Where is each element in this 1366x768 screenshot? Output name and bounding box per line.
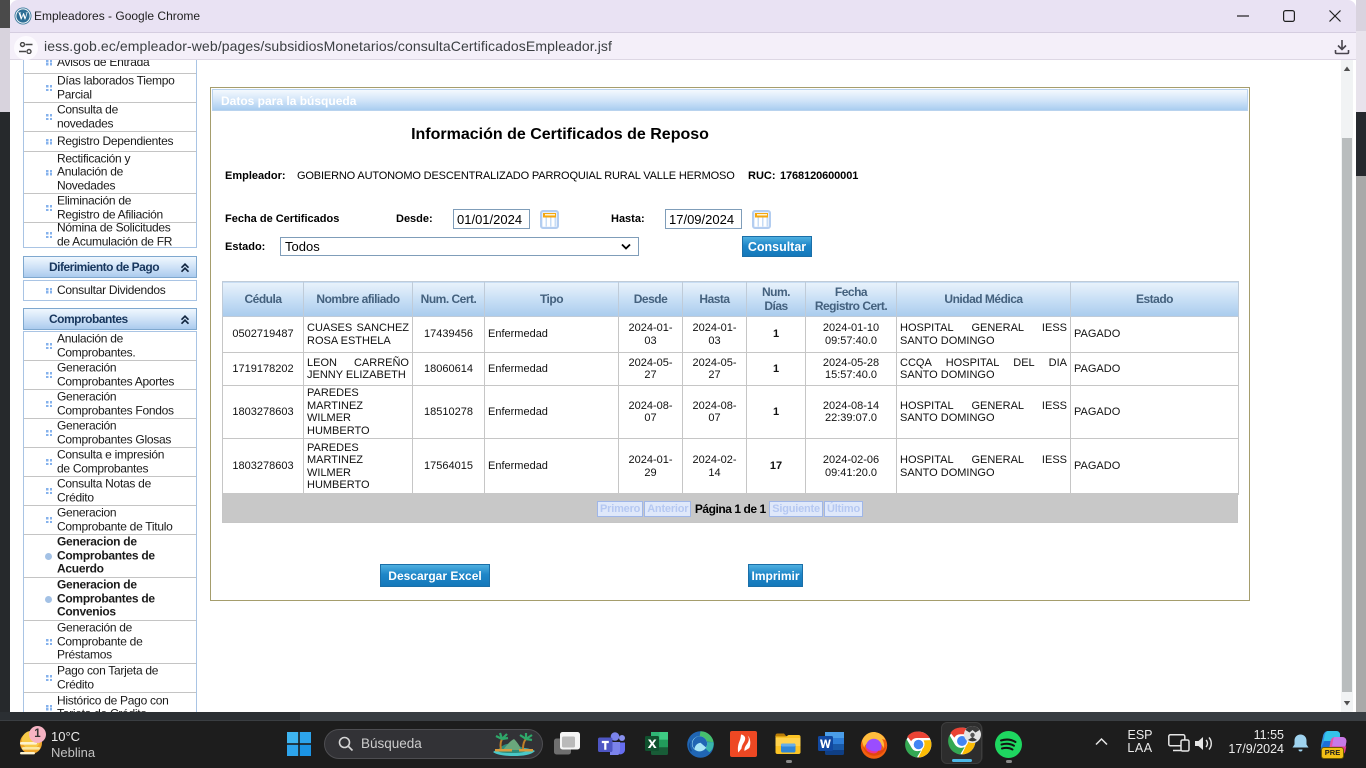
svg-text:W: W xyxy=(18,12,28,23)
